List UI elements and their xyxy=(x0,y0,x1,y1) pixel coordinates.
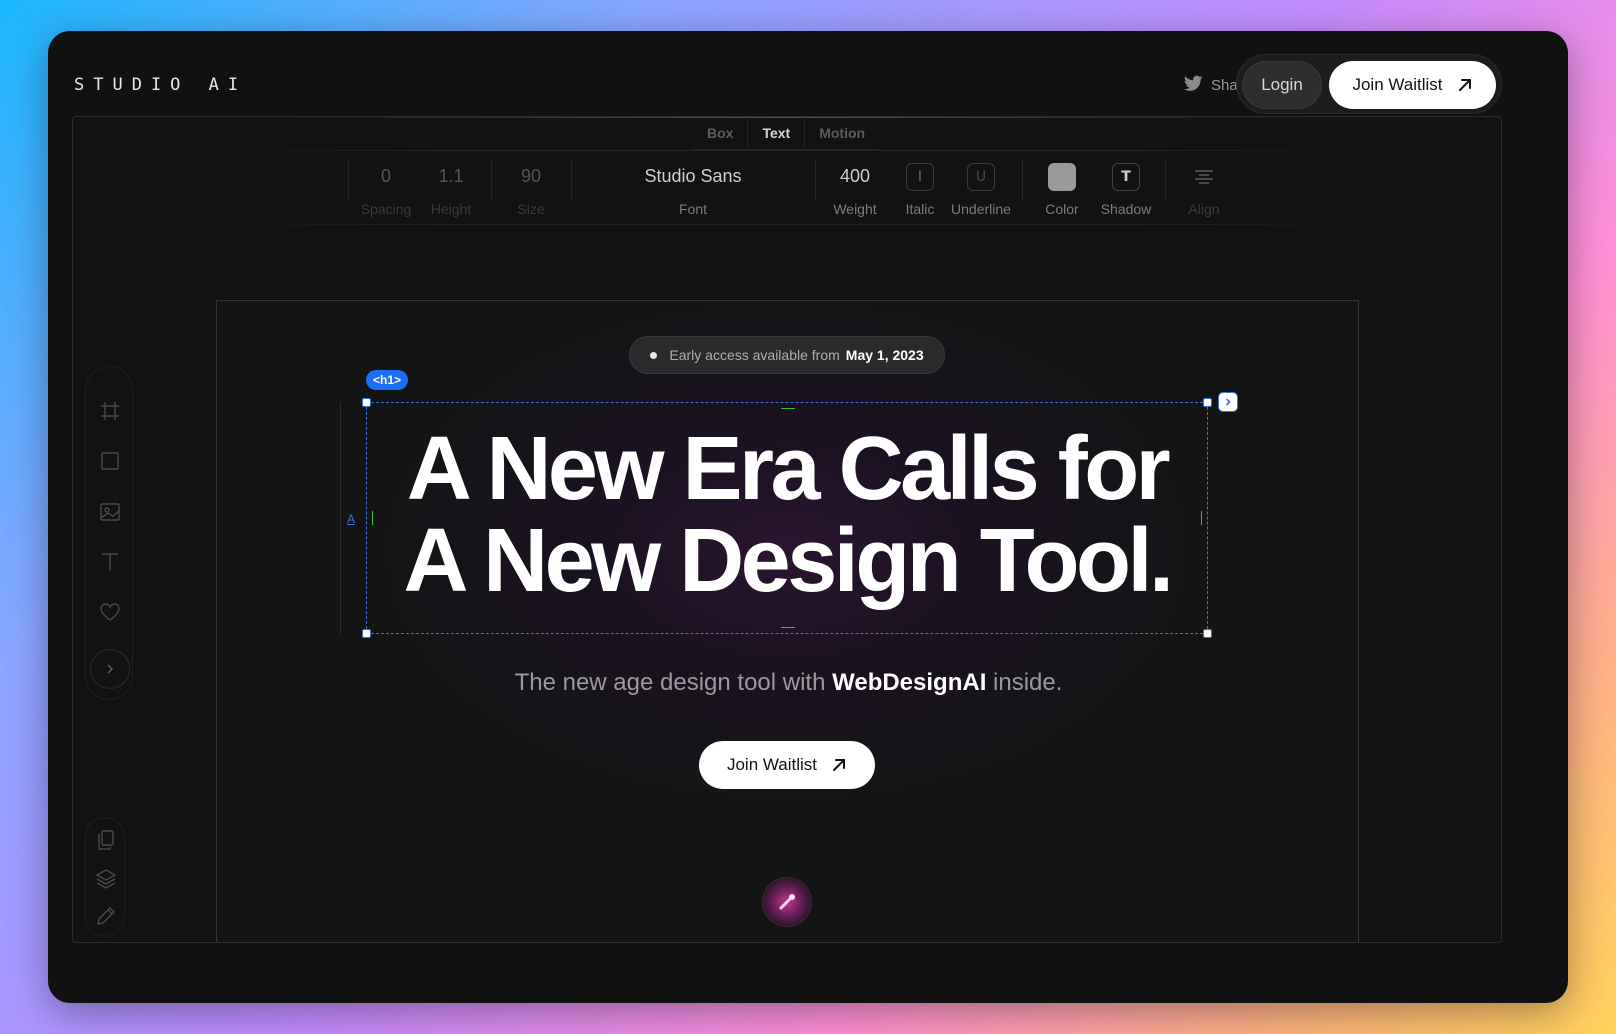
frame-tool-icon[interactable] xyxy=(98,399,122,423)
expand-tools-button[interactable] xyxy=(90,649,130,689)
selection-box[interactable] xyxy=(362,398,1212,638)
subline-brand: WebDesignAI xyxy=(832,669,987,696)
divider xyxy=(571,161,572,199)
subline-after: inside. xyxy=(993,669,1063,696)
arrow-up-right-icon xyxy=(831,757,847,773)
align-label: Align xyxy=(1188,201,1220,217)
early-access-text: Early access available from xyxy=(669,347,840,363)
arrow-up-right-icon xyxy=(1457,77,1473,93)
editor-panel: Box Text Motion 0 Spacing 1.1 Height 90 … xyxy=(72,116,1502,943)
tab-box[interactable]: Box xyxy=(693,117,749,150)
join-waitlist-button[interactable]: Join Waitlist xyxy=(1329,61,1496,109)
heart-icon[interactable] xyxy=(98,600,122,624)
padding-guide-top xyxy=(781,408,795,409)
bottom-tool-rail xyxy=(85,817,125,937)
shadow-icon: T xyxy=(1112,163,1140,191)
next-element-button[interactable] xyxy=(1218,392,1238,412)
studio-ai-logo[interactable]: STUDIO AI xyxy=(74,75,247,95)
property-tabs: Box Text Motion xyxy=(693,117,880,150)
image-tool-icon[interactable] xyxy=(98,500,122,524)
early-access-badge: Early access available from May 1, 2023 xyxy=(629,336,945,374)
italic-toggle[interactable]: I Italic xyxy=(895,151,945,223)
divider xyxy=(815,161,816,199)
properties-divider xyxy=(213,224,1363,225)
size-control[interactable]: 90 Size xyxy=(501,151,561,223)
design-canvas[interactable]: Early access available from May 1, 2023 … xyxy=(216,300,1359,942)
align-control[interactable]: Align xyxy=(1179,151,1229,223)
spacing-label: Spacing xyxy=(360,201,412,217)
app-window: STUDIO AI Share Login Join Waitlist Box … xyxy=(48,31,1568,1003)
resize-handle-top-right[interactable] xyxy=(1203,398,1212,407)
divider xyxy=(1022,161,1023,199)
color-label: Color xyxy=(1045,201,1079,217)
line-height-control[interactable]: 1.1 Height xyxy=(421,151,481,223)
italic-icon: I xyxy=(906,163,934,191)
spacing-value: 0 xyxy=(380,166,391,186)
shadow-label: Shadow xyxy=(1100,201,1152,217)
align-center-icon xyxy=(1190,163,1218,191)
weight-value: 400 xyxy=(839,166,871,186)
italic-label: Italic xyxy=(905,201,935,217)
chevron-right-icon xyxy=(107,664,114,674)
tool-rail xyxy=(85,366,133,700)
divider xyxy=(348,161,349,199)
pencil-icon[interactable] xyxy=(94,904,118,928)
padding-guide-left xyxy=(372,511,373,525)
padding-guide-right xyxy=(1201,511,1202,525)
twitter-icon xyxy=(1183,75,1203,96)
line-height-label: Height xyxy=(430,201,472,217)
underline-toggle[interactable]: U Underline xyxy=(947,151,1015,223)
size-label: Size xyxy=(517,201,545,217)
login-button[interactable]: Login xyxy=(1242,61,1322,109)
color-swatch xyxy=(1048,163,1076,191)
text-properties-bar: 0 Spacing 1.1 Height 90 Size Studio Sans… xyxy=(73,151,1501,225)
rectangle-tool-icon[interactable] xyxy=(98,449,122,473)
underline-icon: U xyxy=(967,163,995,191)
text-tool-icon[interactable] xyxy=(98,550,122,574)
shadow-toggle[interactable]: T Shadow xyxy=(1095,151,1157,223)
weight-label: Weight xyxy=(833,201,877,217)
tab-motion[interactable]: Motion xyxy=(805,117,879,150)
font-label: Font xyxy=(678,201,707,217)
weight-control[interactable]: 400 Weight xyxy=(825,151,885,223)
chevron-right-icon xyxy=(1225,398,1231,406)
divider xyxy=(1165,161,1166,199)
tab-text[interactable]: Text xyxy=(748,117,806,150)
side-guide-line xyxy=(340,402,341,634)
hero-subline[interactable]: The new age design tool with WebDesignAI… xyxy=(217,669,1358,697)
color-picker[interactable]: Color xyxy=(1037,151,1087,223)
divider xyxy=(491,161,492,199)
layers-icon[interactable] xyxy=(94,866,118,890)
line-height-value: 1.1 xyxy=(438,166,464,186)
resize-handle-top-left[interactable] xyxy=(362,398,371,407)
ai-assistant-button[interactable] xyxy=(762,877,812,927)
padding-guide-bottom xyxy=(781,627,795,628)
element-type-tag: <h1> xyxy=(366,370,409,390)
underline-label: Underline xyxy=(951,201,1011,217)
early-access-date: May 1, 2023 xyxy=(845,347,924,363)
side-marker: A xyxy=(347,512,356,526)
size-value: 90 xyxy=(520,166,542,186)
resize-handle-bottom-left[interactable] xyxy=(362,629,371,638)
magic-wand-icon xyxy=(779,894,795,910)
hero-join-label: Join Waitlist xyxy=(726,755,818,774)
status-dot-icon xyxy=(650,351,658,359)
subline-before: The new age design tool with xyxy=(514,669,826,696)
hero-join-waitlist-button[interactable]: Join Waitlist xyxy=(699,741,875,789)
font-control[interactable]: Studio Sans Font xyxy=(593,151,793,223)
pages-icon[interactable] xyxy=(94,828,118,852)
resize-handle-bottom-right[interactable] xyxy=(1203,629,1212,638)
spacing-control[interactable]: 0 Spacing xyxy=(356,151,416,223)
font-value: Studio Sans xyxy=(644,166,742,186)
join-waitlist-label: Join Waitlist xyxy=(1352,75,1443,94)
